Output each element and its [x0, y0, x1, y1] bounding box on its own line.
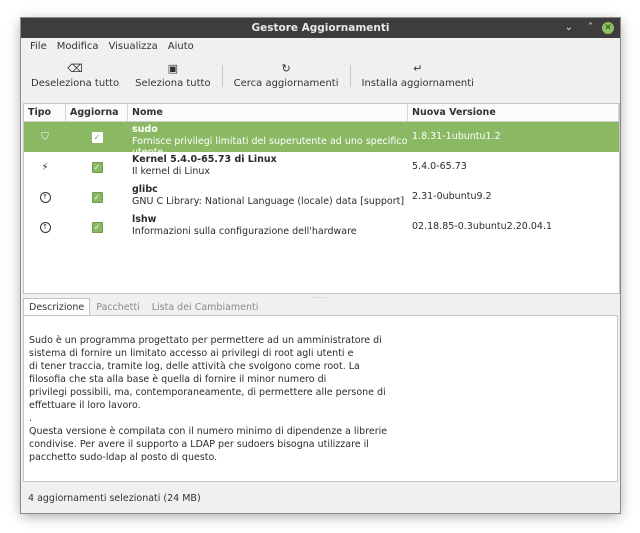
- toolbar-separator: [221, 65, 223, 87]
- update-checkbox[interactable]: ✓: [91, 191, 103, 203]
- update-manager-window: Gestore Aggiornamenti ⌄ ˄ ✕ File Modific…: [21, 18, 620, 513]
- install-updates-label: Installa aggiornamenti: [361, 78, 474, 89]
- install-updates-button[interactable]: ↵ Installa aggiornamenti: [354, 56, 482, 89]
- minimize-icon[interactable]: ⌄: [565, 18, 573, 38]
- toolbar: ⌫ Deseleziona tutto ▣ Seleziona tutto ↻ …: [21, 56, 620, 92]
- list-header: Tipo Aggiorna Nome Nuova Versione: [24, 104, 619, 122]
- column-name-header[interactable]: Nome: [128, 104, 408, 121]
- tab-changelog[interactable]: Lista dei Cambiamenti: [146, 298, 265, 315]
- description-line: effettuare il loro lavoro.: [29, 400, 141, 411]
- details-tabs: Descrizione Pacchetti Lista dei Cambiame…: [23, 298, 264, 315]
- description-line: Questa versione è compilata con il numer…: [29, 426, 388, 437]
- column-update-header[interactable]: Aggiorna: [66, 104, 128, 121]
- description-line: filosofia che sta alla base è quella di …: [29, 374, 327, 385]
- menu-help[interactable]: Aiuto: [163, 38, 199, 56]
- column-type-header[interactable]: Tipo: [24, 104, 66, 121]
- refresh-icon: ↻: [281, 62, 291, 75]
- description-line: sistema di fornire un limitato accesso a…: [29, 348, 354, 359]
- description-panel: Sudo è un programma progettato per perme…: [23, 315, 618, 482]
- refresh-button[interactable]: ↻ Cerca aggiornamenti: [226, 56, 347, 89]
- package-name: sudo: [132, 124, 158, 135]
- select-all-label: Seleziona tutto: [135, 78, 211, 89]
- toolbar-separator: [349, 65, 351, 87]
- select-all-button[interactable]: ▣ Seleziona tutto: [127, 56, 218, 89]
- refresh-label: Cerca aggiornamenti: [233, 78, 339, 89]
- description-line: privilegi possibili, ma, contemporaneame…: [29, 387, 386, 398]
- package-description: Informazioni sulla configurazione dell'h…: [132, 226, 357, 237]
- update-checkbox[interactable]: ✓: [91, 131, 103, 143]
- menu-edit[interactable]: Modifica: [52, 38, 104, 56]
- menu-file[interactable]: File: [25, 38, 52, 56]
- package-name: Kernel 5.4.0-65.73 di Linux: [132, 154, 277, 165]
- package-description: Il kernel di Linux: [132, 166, 211, 177]
- updates-list: Tipo Aggiorna Nome Nuova Versione ⛉ ✓ su…: [23, 103, 620, 294]
- pane-resize-handle[interactable]: ·····: [311, 294, 327, 302]
- package-version: 2.31-0ubuntu9.2: [412, 191, 492, 202]
- package-version: 02.18.85-0.3ubuntu2.20.04.1: [412, 221, 553, 232]
- menu-bar: File Modifica Visualizza Aiuto: [21, 38, 620, 56]
- status-text: 4 aggiornamenti selezionati (24 MB): [28, 493, 201, 504]
- upgrade-arrow-icon: ↑: [39, 221, 51, 233]
- description-line: pacchetto sudo-ldap al posto di questo.: [29, 452, 218, 463]
- update-row-sudo[interactable]: ⛉ ✓ sudo Fornisce privilegi limitati del…: [24, 122, 619, 158]
- deselect-all-label: Deseleziona tutto: [31, 78, 120, 89]
- update-row-lshw[interactable]: ↑ ✓ lshw Informazioni sulla configurazio…: [24, 212, 619, 242]
- maximize-icon[interactable]: ˄: [588, 18, 593, 38]
- package-description: GNU C Library: National Language (locale…: [132, 196, 405, 207]
- update-row-kernel[interactable]: ⚡ ✓ Kernel 5.4.0-65.73 di Linux Il kerne…: [24, 152, 619, 182]
- column-version-header[interactable]: Nuova Versione: [408, 104, 619, 121]
- description-line: condivise. Per avere il supporto a LDAP …: [29, 439, 369, 450]
- select-all-icon: ▣: [167, 62, 179, 75]
- clear-icon: ⌫: [67, 62, 83, 75]
- update-row-glibc[interactable]: ↑ ✓ glibc GNU C Library: National Langua…: [24, 182, 619, 212]
- description-line: Sudo è un programma progettato per perme…: [29, 335, 382, 346]
- close-icon[interactable]: ✕: [602, 22, 614, 34]
- description-line: di tener traccia, tramite log, delle att…: [29, 361, 360, 372]
- upgrade-arrow-icon: ↑: [39, 191, 51, 203]
- update-checkbox[interactable]: ✓: [91, 221, 103, 233]
- shield-icon: ⛉: [41, 131, 49, 143]
- description-line: .: [29, 413, 33, 424]
- update-checkbox[interactable]: ✓: [91, 161, 103, 173]
- window-title: Gestore Aggiornamenti: [251, 22, 390, 34]
- deselect-all-button[interactable]: ⌫ Deseleziona tutto: [23, 56, 127, 89]
- tab-description[interactable]: Descrizione: [23, 298, 91, 315]
- kernel-bolt-icon: ⚡: [41, 161, 49, 173]
- title-bar: Gestore Aggiornamenti ⌄ ˄ ✕: [21, 18, 620, 38]
- package-name: glibc: [132, 184, 158, 195]
- package-version: 1.8.31-1ubuntu1.2: [412, 131, 501, 142]
- package-version: 5.4.0-65.73: [412, 161, 467, 172]
- package-name: lshw: [132, 214, 157, 225]
- menu-view[interactable]: Visualizza: [104, 38, 163, 56]
- tab-packages[interactable]: Pacchetti: [90, 298, 146, 315]
- install-icon: ↵: [413, 62, 423, 75]
